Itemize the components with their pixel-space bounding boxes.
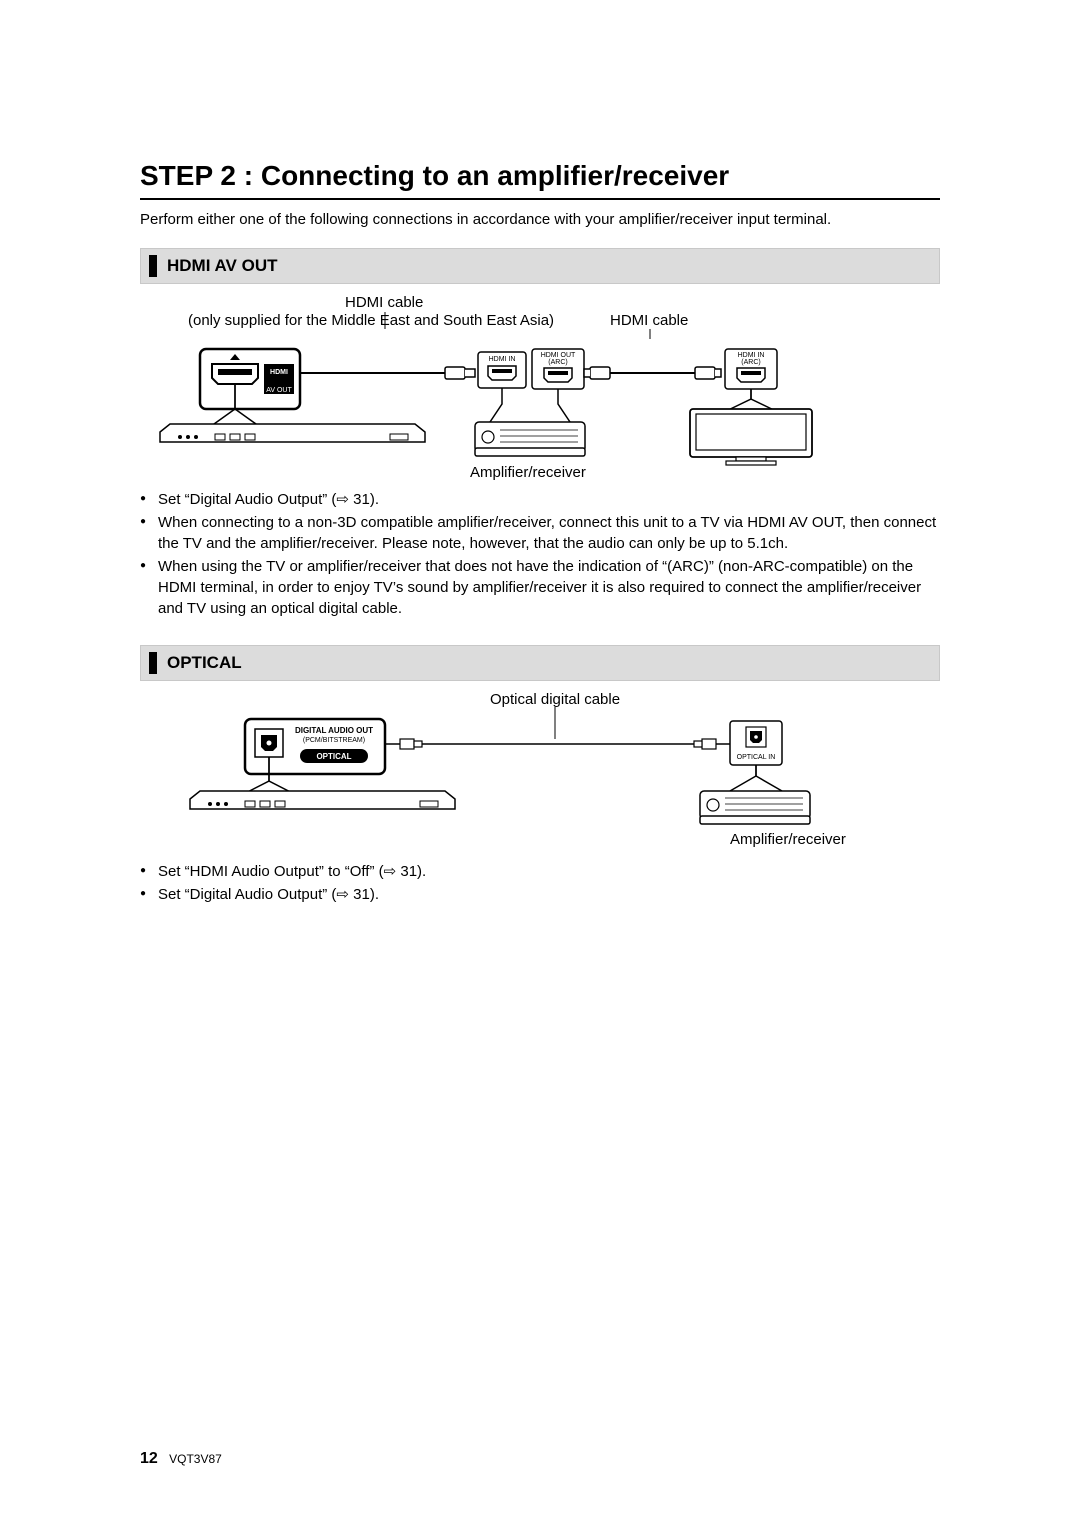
label-amplifier: Amplifier/receiver [470, 464, 586, 481]
document-page: STEP 2 : Connecting to an amplifier/rece… [0, 0, 1080, 1526]
page-footer: 12 VQT3V87 [140, 1450, 222, 1468]
hdmi-bullet-list: Set “Digital Audio Output” (⇨ 31). When … [140, 489, 940, 619]
hdmi-bullet-2: When connecting to a non-3D compatible a… [140, 512, 940, 554]
svg-text:HDMI OUT: HDMI OUT [541, 352, 576, 359]
optical-diagram: Optical digital cable Amplifier/receiver… [140, 691, 940, 851]
section-optical-header: OPTICAL [140, 645, 940, 681]
svg-text:HDMI IN: HDMI IN [489, 356, 516, 363]
page-title: STEP 2 : Connecting to an amplifier/rece… [140, 160, 940, 200]
svg-text:OPTICAL IN: OPTICAL IN [737, 754, 776, 761]
page-number: 12 [140, 1450, 158, 1467]
hdmi-bullet-3: When using the TV or amplifier/receiver … [140, 556, 940, 619]
svg-text:OPTICAL: OPTICAL [316, 752, 351, 761]
svg-text:HDMI: HDMI [270, 369, 288, 376]
label-amplifier-optical: Amplifier/receiver [730, 831, 846, 848]
av-out-text: AV OUT [266, 387, 292, 394]
optical-bullet-1: Set “HDMI Audio Output” to “Off” (⇨ 31). [140, 861, 940, 882]
optical-svg: DIGITAL AUDIO OUT (PCM/BITSTREAM) OPTICA… [140, 691, 940, 851]
label-hdmi-cable-right: HDMI cable [610, 312, 688, 329]
optical-bullet-list: Set “HDMI Audio Output” to “Off” (⇨ 31).… [140, 861, 940, 905]
svg-text:DIGITAL AUDIO OUT: DIGITAL AUDIO OUT [295, 726, 373, 735]
doc-id: VQT3V87 [169, 1452, 222, 1466]
label-optical-cable: Optical digital cable [490, 691, 620, 708]
section-hdmi-title: HDMI AV OUT [167, 256, 278, 276]
section-hdmi-header: HDMI AV OUT [140, 248, 940, 284]
svg-text:(PCM/BITSTREAM): (PCM/BITSTREAM) [303, 737, 365, 744]
hdmi-diagram: HDMI cable (only supplied for the Middle… [140, 294, 940, 479]
section-marker [149, 652, 157, 674]
optical-bullet-2: Set “Digital Audio Output” (⇨ 31). [140, 884, 940, 905]
section-optical-title: OPTICAL [167, 653, 242, 673]
label-hdmi-cable-top: HDMI cable [345, 294, 423, 311]
svg-text:HDMI IN: HDMI IN [738, 352, 765, 359]
label-hdmi-cable-note: (only supplied for the Middle East and S… [188, 312, 554, 329]
svg-text:(ARC): (ARC) [741, 359, 760, 366]
intro-text: Perform either one of the following conn… [140, 210, 940, 230]
hdmi-bullet-1: Set “Digital Audio Output” (⇨ 31). [140, 489, 940, 510]
svg-text:(ARC): (ARC) [548, 359, 567, 366]
section-marker [149, 255, 157, 277]
